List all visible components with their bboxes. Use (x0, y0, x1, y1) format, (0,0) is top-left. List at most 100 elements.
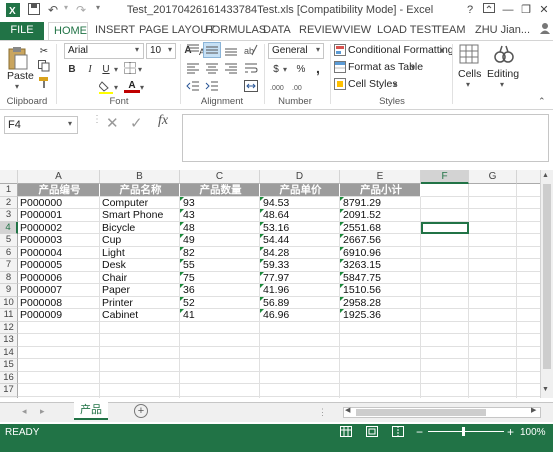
empty-cell[interactable] (517, 184, 540, 197)
header-cell[interactable]: 产品数量 (180, 184, 260, 197)
cut-icon[interactable]: ✂ (36, 44, 52, 60)
empty-cell[interactable] (421, 321, 469, 334)
table-cell[interactable]: Desk (100, 259, 180, 272)
empty-cell[interactable] (517, 259, 540, 272)
empty-cell[interactable] (469, 321, 517, 334)
zoom-slider-thumb[interactable] (462, 427, 465, 436)
empty-cell[interactable] (340, 384, 421, 397)
table-cell[interactable]: Chair (100, 271, 180, 284)
empty-cell[interactable] (340, 371, 421, 384)
empty-cell[interactable] (340, 334, 421, 347)
cell-styles-icon[interactable] (334, 78, 346, 93)
empty-cell[interactable] (260, 359, 340, 372)
empty-cell[interactable] (517, 247, 540, 259)
empty-cell[interactable] (421, 334, 469, 347)
active-cell[interactable] (421, 221, 469, 234)
table-cell[interactable]: 82 (180, 246, 260, 259)
table-cell[interactable]: P000005 (18, 259, 100, 272)
row-header[interactable]: 15 (0, 359, 18, 372)
row-header[interactable]: 18 (0, 396, 18, 398)
row-header[interactable]: 2 (0, 196, 18, 209)
zoom-slider[interactable] (428, 431, 504, 432)
decrease-decimal-icon[interactable]: .00 (292, 80, 308, 95)
empty-cell[interactable] (469, 184, 517, 197)
table-cell[interactable]: 5847.75 (340, 271, 421, 284)
empty-cell[interactable] (340, 359, 421, 372)
empty-cell[interactable] (100, 384, 180, 397)
row-header[interactable]: 9 (0, 284, 18, 297)
undo-icon[interactable]: ↶ (48, 3, 58, 17)
empty-cell[interactable] (469, 384, 517, 397)
table-cell[interactable]: 36 (180, 284, 260, 297)
table-cell[interactable]: Bicycle (100, 221, 180, 234)
column-header-a[interactable]: A (18, 170, 100, 184)
row-header[interactable]: 13 (0, 334, 18, 347)
table-cell[interactable]: 2667.56 (340, 234, 421, 247)
fill-color-icon[interactable] (98, 80, 114, 96)
empty-cell[interactable] (180, 334, 260, 347)
save-icon[interactable] (28, 3, 40, 18)
row-header[interactable]: 3 (0, 209, 18, 222)
cells-dropdown-icon[interactable]: ▾ (466, 80, 470, 89)
currency-dropdown-icon[interactable]: ▾ (283, 65, 287, 74)
empty-cell[interactable] (517, 359, 540, 372)
collapse-ribbon-icon[interactable]: ⌃ (538, 96, 546, 107)
minimize-button[interactable]: — (500, 2, 516, 18)
empty-cell[interactable] (100, 346, 180, 359)
column-header-d[interactable]: D (260, 170, 340, 184)
empty-cell[interactable] (421, 184, 469, 197)
vertical-scrollbar[interactable]: ▲ ▼ (540, 170, 553, 398)
empty-cell[interactable] (469, 209, 517, 222)
empty-cell[interactable] (421, 371, 469, 384)
paste-button[interactable]: Paste (7, 70, 34, 82)
cells-button[interactable]: Cells (458, 68, 481, 80)
empty-cell[interactable] (469, 259, 517, 272)
header-cell[interactable]: 产品小计 (340, 184, 421, 197)
table-cell[interactable]: 53.16 (260, 221, 340, 234)
empty-cell[interactable] (100, 321, 180, 334)
row-header[interactable]: 8 (0, 271, 18, 284)
table-cell[interactable]: 94.53 (260, 196, 340, 209)
add-sheet-button[interactable]: + (134, 404, 148, 418)
tab-insert[interactable]: INSERT (90, 22, 140, 40)
tab-file[interactable]: FILE (0, 22, 44, 40)
empty-cell[interactable] (260, 371, 340, 384)
editing-dropdown-icon[interactable]: ▾ (500, 80, 504, 89)
empty-cell[interactable] (517, 284, 540, 297)
bold-button[interactable]: B (64, 62, 80, 78)
editing-icon[interactable] (494, 44, 514, 67)
merge-center-icon[interactable] (244, 80, 258, 95)
insert-function-icon[interactable]: fx (158, 113, 168, 129)
empty-cell[interactable] (517, 272, 540, 284)
header-cell[interactable]: 产品单价 (260, 184, 340, 197)
empty-cell[interactable] (421, 296, 469, 309)
table-cell[interactable]: 84.28 (260, 246, 340, 259)
empty-cell[interactable] (421, 346, 469, 359)
empty-cell[interactable] (469, 246, 517, 259)
table-cell[interactable]: P000000 (18, 196, 100, 209)
format-painter-icon[interactable] (36, 76, 52, 92)
table-cell[interactable]: P000006 (18, 271, 100, 284)
empty-cell[interactable] (340, 321, 421, 334)
normal-view-icon[interactable] (340, 426, 352, 440)
empty-cell[interactable] (180, 384, 260, 397)
empty-cell[interactable] (100, 396, 180, 398)
empty-cell[interactable] (517, 197, 540, 209)
font-size-dropdown-icon[interactable]: ▾ (168, 45, 172, 54)
column-header-c[interactable]: C (180, 170, 260, 184)
font-color-icon[interactable]: A (124, 78, 140, 93)
table-cell[interactable]: Paper (100, 284, 180, 297)
empty-cell[interactable] (18, 334, 100, 347)
table-cell[interactable]: 8791.29 (340, 196, 421, 209)
align-center-icon[interactable] (205, 62, 219, 77)
formula-input[interactable] (182, 114, 549, 162)
next-sheet-icon[interactable]: ▸ (40, 406, 45, 417)
empty-cell[interactable] (469, 234, 517, 247)
align-bottom-icon[interactable] (224, 44, 238, 59)
empty-cell[interactable] (260, 384, 340, 397)
empty-cell[interactable] (100, 371, 180, 384)
avatar[interactable] (534, 22, 553, 40)
sheet-tab[interactable]: 产品 (74, 402, 108, 420)
decrease-indent-icon[interactable] (186, 80, 200, 95)
column-header-g[interactable]: G (469, 170, 517, 184)
